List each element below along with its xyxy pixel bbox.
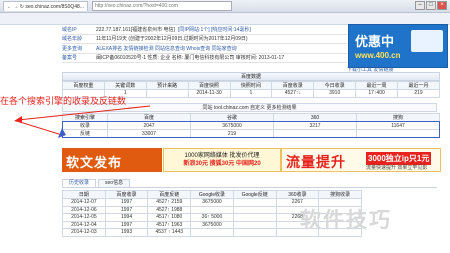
table-cell: 4527↑ 2159 <box>147 198 192 207</box>
col-header: 360收录 <box>275 190 320 199</box>
table-cell <box>232 213 277 222</box>
section-title: 百度数据 <box>62 72 440 81</box>
table-cell: 3675000 <box>190 220 234 229</box>
table-cell: 1997 <box>104 220 149 229</box>
row-value: 闽ICP备06010520号-1 性质: 企业 名称: 厦门电信科技有限公司 审… <box>96 55 285 62</box>
table-cell: 4517↑ 1963 <box>147 220 192 229</box>
table-cell: 4537 ↑ 1443 <box>147 228 192 237</box>
table-cell: 1994 <box>104 213 149 222</box>
col-header: 快照时间 <box>229 81 273 90</box>
table-cell: 2014-12-07 <box>62 198 106 207</box>
phone-icon <box>411 30 443 52</box>
ad-banner-media[interactable]: 1000家网络媒体 批发价代理 新浪30元 搜狐30元 中国网20 <box>163 148 281 172</box>
row-value: 11年11月19天 (创建于2002年12月09日,过期时间为2017年12月0… <box>96 36 248 43</box>
col-header: 最近一月 <box>397 81 440 90</box>
ad-url: www.400.cn <box>355 51 401 60</box>
col-header: 百度收录 <box>271 81 315 90</box>
ad-banner-traffic[interactable]: 流量提升 3000独立ip只1元 流量快速提升 效果立竿见影 <box>281 148 441 172</box>
table-cell <box>232 220 277 229</box>
ad-banner-softarticle[interactable]: 软文发布 <box>62 148 162 172</box>
table-cell: 2014-12-04 <box>62 220 106 229</box>
tab-history[interactable]: 历史收录 <box>62 179 97 187</box>
banner-line1: 1000家网络媒体 批发价代理 <box>184 153 260 159</box>
history-tabs: 历史收录 seo信息 <box>62 179 437 188</box>
col-header: 今日收录 <box>313 81 357 90</box>
table-cell[interactable]: 4527↑↓ <box>271 89 315 98</box>
col-header: 搜狗收录 <box>318 190 362 199</box>
ad-brand: 优惠中 <box>355 34 395 49</box>
banner-line2: 新浪30元 搜狐30元 中国网20 <box>183 161 261 167</box>
tab-seo-info[interactable]: seo信息 <box>98 179 131 187</box>
col-header: 日期 <box>62 190 106 199</box>
table-cell: 2014-12-03 <box>62 228 106 237</box>
banner-text: 软文发布 <box>66 155 123 170</box>
table-cell: 2014-12-05 <box>62 213 106 222</box>
table-cell: 3675000 <box>190 198 234 207</box>
table-cell[interactable]: 219 <box>397 89 440 98</box>
table-cell: 1997 <box>104 198 149 207</box>
row-label: 更多查询 <box>62 45 83 52</box>
row-label: 域名年龄 <box>62 36 83 43</box>
table-cell <box>232 198 277 207</box>
table-cell[interactable]: 3910 <box>313 89 357 98</box>
row-label: 备案号 <box>62 55 78 62</box>
table-cell[interactable]: 17↑400 <box>355 89 398 98</box>
maximize-button[interactable]: □ <box>426 1 436 10</box>
table-cell <box>190 228 234 237</box>
table-cell: 4517↑ 1080 <box>147 213 192 222</box>
more-query-links[interactable]: ALEXA排名 友情链接检测 同站信息查询 Whois查询 同站家查询 <box>96 45 237 52</box>
table-cell: 1997 <box>104 205 149 214</box>
banner-text: 流量提升 <box>286 154 346 170</box>
browser-tab[interactable]: ← → ↻ seo.chinaz.com/8S0Q48... <box>3 1 88 11</box>
address-bar[interactable]: http://seo.chinaz.com/?host=400.com <box>92 1 232 11</box>
table-cell: 2014-11-30 <box>187 89 231 98</box>
banner-sub2: 流量快速提升 效果立竿见影 <box>366 165 428 171</box>
table-cell <box>232 205 277 214</box>
col-header: Google收录 <box>190 190 234 199</box>
minimize-button[interactable]: – <box>415 1 425 10</box>
col-header: 百度收录 <box>104 190 149 199</box>
table-cell: 2014-12-06 <box>62 205 106 214</box>
col-header: 百度快照 <box>187 81 231 90</box>
site-info-panel: 域名IP 222.77.187.161[福建省泉州市 电信] [同IP网站:1个… <box>62 25 347 63</box>
site-info-row-icp: 备案号 闽ICP备06010520号-1 性质: 企业 名称: 厦门电信科技有限… <box>62 54 347 63</box>
close-window-button[interactable]: × <box>437 1 447 10</box>
table-cell: 36↑ 5000 <box>190 213 234 222</box>
table-cell: 4527↑ 1988 <box>147 205 192 214</box>
col-header: 预计来路 <box>145 81 189 90</box>
row-value: 222.77.187.161[福建省泉州市 电信] <box>96 26 175 33</box>
table-cell: 1993 <box>104 228 149 237</box>
table-cell <box>232 228 277 237</box>
col-header: 关键词数 <box>103 81 147 90</box>
col-header: 百度权重 <box>62 81 105 90</box>
site-info-row-more: 更多查询 ALEXA排名 友情链接检测 同站信息查询 Whois查询 同站家查询 <box>62 44 347 54</box>
ad-banner-400[interactable]: 优惠中 www.400.cn <box>348 24 448 68</box>
table-cell <box>190 205 234 214</box>
watermark-text: 软件技巧 <box>300 209 392 232</box>
arrow-icon <box>14 105 151 138</box>
col-header: 百度反链 <box>147 190 192 199</box>
col-header: 最近一周 <box>355 81 398 90</box>
table-cell <box>145 89 189 98</box>
col-header: Google反链 <box>232 190 277 199</box>
table-cell: 1 <box>229 89 273 98</box>
row-label: 域名IP <box>62 26 77 33</box>
row-link[interactable]: [同IP网站:1个] [响应时间:14毫秒] <box>178 26 251 33</box>
site-info-row-ip: 域名IP 222.77.187.161[福建省泉州市 电信] [同IP网站:1个… <box>62 25 347 35</box>
site-info-row-age: 域名年龄 11年11月19天 (创建于2002年12月09日,过期时间为2017… <box>62 35 347 44</box>
